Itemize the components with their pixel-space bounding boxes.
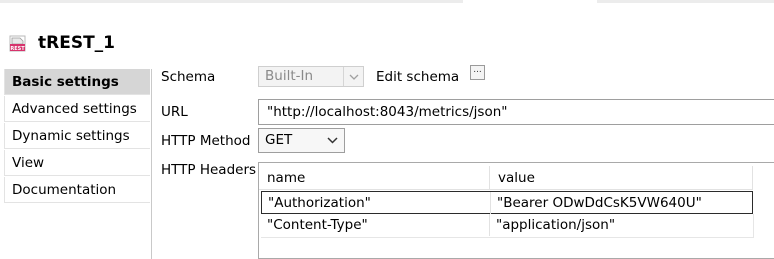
schema-select[interactable]: Built-In [258, 66, 364, 87]
component-settings-panel: REST tREST_1 Basic settings Advanced set… [0, 0, 774, 259]
url-input[interactable]: "http://localhost:8043/metrics/json" [258, 99, 774, 125]
table-row[interactable]: "Authorization" "Bearer ODwDdCsK5VW640U" [261, 191, 753, 214]
url-label: URL [161, 104, 188, 120]
nav-item-advanced-settings[interactable]: Advanced settings [4, 96, 150, 122]
http-headers-table: name value "Authorization" "Bearer ODwDd… [258, 162, 774, 259]
nav-item-view[interactable]: View [4, 150, 150, 176]
schema-value: Built-In [265, 68, 314, 84]
header-name-cell[interactable]: "Content-Type" [261, 214, 490, 236]
nav-item-basic-settings[interactable]: Basic settings [4, 69, 150, 95]
icon-lettering: REST [10, 46, 25, 52]
edit-schema-label: Edit schema [376, 69, 460, 85]
header-name-cell[interactable]: "Authorization" [262, 192, 491, 214]
nav-item-dynamic-settings[interactable]: Dynamic settings [4, 123, 150, 149]
column-header-value[interactable]: value [490, 166, 753, 190]
settings-nav: Basic settings Advanced settings Dynamic… [0, 69, 152, 259]
table-row[interactable]: "Content-Type" "application/json" [261, 214, 754, 238]
nav-item-documentation[interactable]: Documentation [4, 177, 150, 203]
http-method-label: HTTP Method [161, 133, 251, 149]
edit-schema-button[interactable]: ... [470, 65, 485, 80]
chevron-down-icon [327, 129, 338, 152]
tab-strip [0, 0, 774, 3]
rest-component-icon: REST [9, 35, 26, 52]
header-value-cell[interactable]: "application/json" [490, 214, 753, 236]
active-tab[interactable] [463, 0, 597, 3]
http-method-value: GET [265, 132, 293, 148]
http-method-select[interactable]: GET [258, 128, 345, 153]
schema-label: Schema [161, 69, 216, 85]
chevron-down-icon [343, 67, 363, 86]
http-headers-label: HTTP Headers [161, 162, 257, 178]
header-value-cell[interactable]: "Bearer ODwDdCsK5VW640U" [491, 192, 754, 214]
component-title-bar: REST tREST_1 [0, 28, 774, 60]
column-header-name[interactable]: name [259, 166, 490, 190]
component-title: tREST_1 [38, 33, 115, 53]
table-header-row: name value [259, 166, 774, 190]
